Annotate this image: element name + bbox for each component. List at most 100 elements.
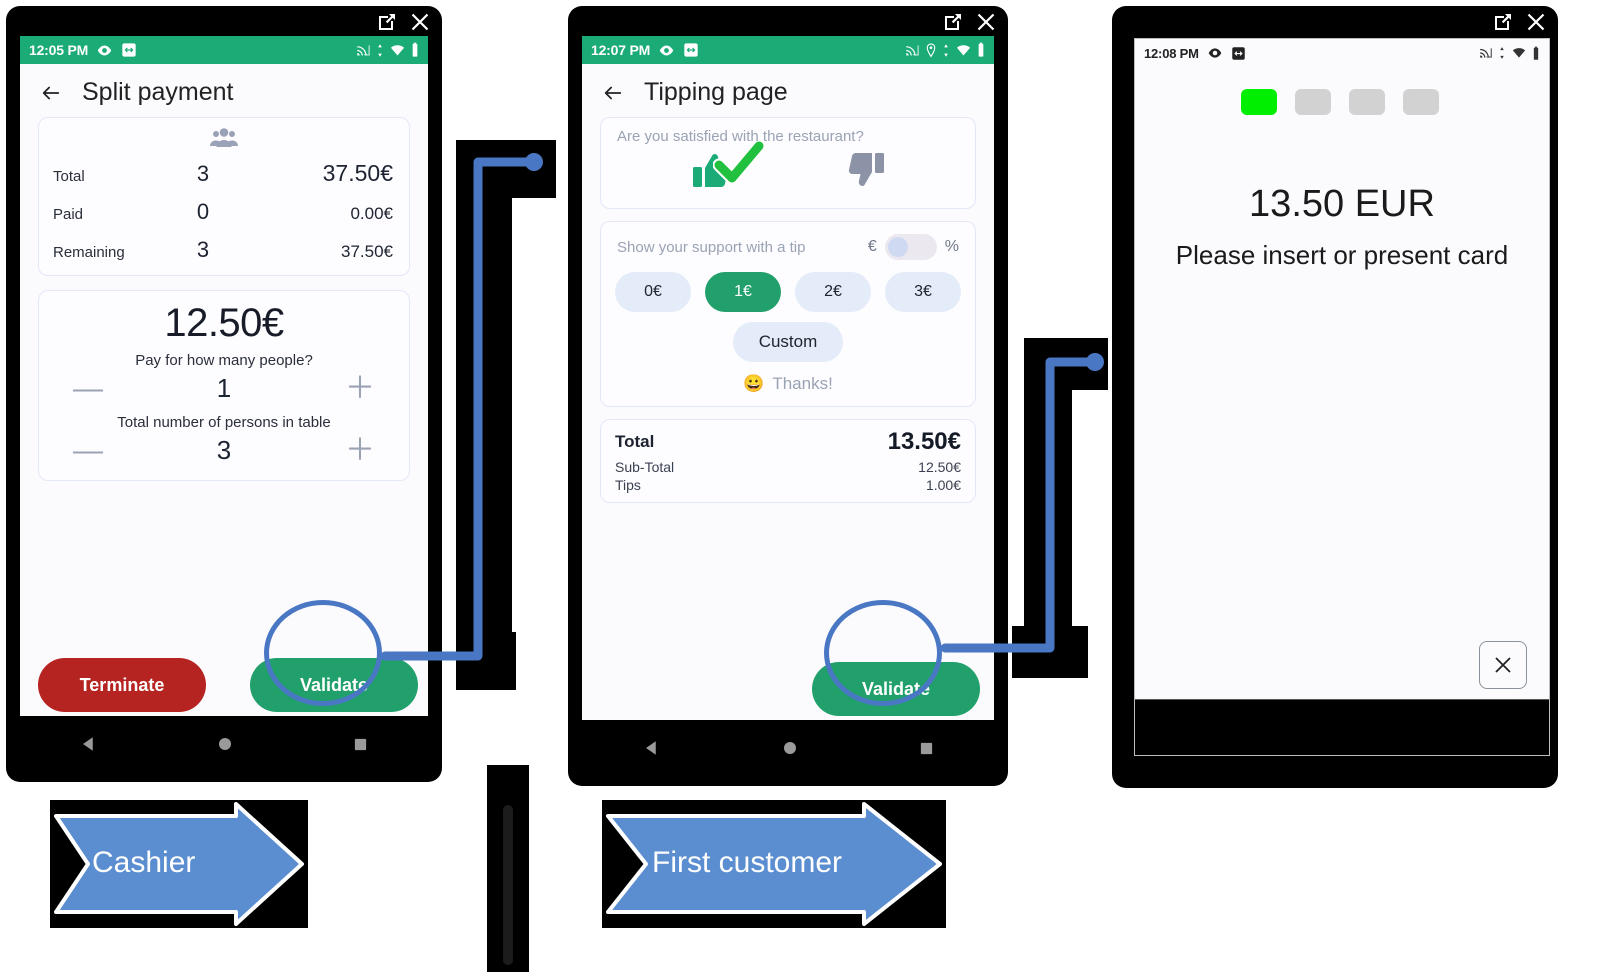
close-icon [1495, 657, 1511, 673]
tip-option-2[interactable]: 2€ [795, 272, 871, 312]
thumbs-down-icon[interactable] [838, 149, 886, 191]
eye-icon [97, 45, 112, 55]
connector-backdrop-1 [456, 140, 512, 690]
custom-tip-wrapper: Custom [601, 312, 975, 362]
sync-icon [378, 43, 382, 57]
cast-icon [906, 45, 919, 55]
thumbs-down-option[interactable] [838, 149, 886, 196]
terminal-amount: 13.50 EUR [1249, 183, 1435, 225]
cashier-status-bar: 12:05 PM [20, 36, 428, 64]
summary-row-paid: Paid 0 0.00€ [39, 193, 409, 231]
tip-mode-toggle[interactable] [884, 234, 937, 260]
resize-box-icon [122, 43, 136, 57]
table-decrement-button[interactable]: — [73, 435, 103, 466]
satisfaction-question: Are you satisfied with the restaurant? [617, 128, 864, 145]
home-circle-icon[interactable] [782, 740, 798, 756]
tips-value: 1.00€ [925, 477, 961, 493]
battery-icon [978, 42, 984, 57]
subtotal-label: Sub-Total [615, 459, 675, 475]
toggle-knob [887, 237, 908, 257]
people-stepper-label: Pay for how many people? [135, 352, 313, 369]
window-controls-customer [941, 10, 998, 34]
page-title: Tipping page [644, 78, 788, 106]
summary-count: 0 [196, 199, 210, 224]
tip-option-3[interactable]: 3€ [885, 272, 961, 312]
connector-backdrop-1b [456, 140, 556, 198]
tip-option-0[interactable]: 0€ [615, 272, 691, 312]
terminal-screen: 12:08 PM 13.50 EUR Please insert or pres… [1134, 38, 1550, 756]
close-icon[interactable] [1524, 10, 1548, 34]
totals-row-tips: Tips 1.00€ [601, 476, 975, 502]
progress-dot-4 [1403, 89, 1439, 115]
totals-card: Total 13.50€ Sub-Total 12.50€ Tips 1.00€ [600, 419, 976, 503]
tips-label: Tips [615, 477, 641, 493]
location-icon [926, 42, 936, 57]
close-icon[interactable] [408, 10, 432, 34]
close-icon[interactable] [974, 10, 998, 34]
customer-status-bar: 12:07 PM [582, 36, 994, 64]
status-time: 12:08 PM [1144, 45, 1199, 61]
summary-label: Remaining [53, 244, 125, 261]
summary-row-total: Total 3 37.50€ [39, 154, 409, 193]
recents-square-icon[interactable] [919, 741, 934, 756]
back-triangle-icon[interactable] [643, 739, 661, 757]
first-customer-arrow-banner: First customer [602, 800, 946, 928]
table-stepper-value: 3 [216, 435, 232, 465]
total-value: 13.50€ [887, 428, 961, 455]
totals-main-row: Total 13.50€ [601, 420, 975, 458]
pay-amount-value: 12.50€ [164, 301, 284, 345]
people-increment-button[interactable]: ＋ [345, 373, 375, 404]
cast-icon [1480, 48, 1492, 58]
custom-tip-button[interactable]: Custom [733, 322, 843, 362]
table-stepper: — 3 ＋ [39, 433, 409, 480]
people-icon-wrapper [39, 118, 409, 154]
resize-box-icon [1232, 46, 1245, 60]
people-decrement-button[interactable]: — [73, 373, 103, 404]
table-increment-button[interactable]: ＋ [345, 435, 375, 466]
terminate-button[interactable]: Terminate [38, 658, 206, 712]
cashier-arrow-banner: Cashier [50, 800, 308, 928]
thanks-message: 😀 Thanks! [601, 362, 975, 406]
summary-count: 3 [196, 237, 210, 262]
people-group-icon [210, 128, 238, 147]
resize-box-icon [684, 43, 698, 57]
customer-nav-bar [582, 720, 994, 776]
cashier-arrow-label: Cashier [92, 846, 196, 879]
battery-icon [412, 42, 418, 57]
connector-backdrop-2b [1024, 338, 1108, 390]
pay-amount-card: 12.50€ Pay for how many people? — 1 ＋ To… [38, 290, 410, 481]
sync-icon [1500, 47, 1504, 59]
wifi-icon [390, 44, 405, 55]
eye-icon [659, 45, 674, 55]
split-summary-card: Total 3 37.50€ Paid 0 0.00€ Remaining 3 … [38, 117, 410, 276]
back-triangle-icon[interactable] [80, 735, 98, 753]
open-in-new-icon[interactable] [941, 10, 965, 34]
connector-backdrop-1c [456, 632, 516, 690]
home-circle-icon[interactable] [217, 736, 233, 752]
recents-square-icon[interactable] [353, 737, 368, 752]
status-time: 12:07 PM [591, 42, 651, 58]
terminal-message: Please insert or present card [1175, 240, 1509, 270]
eye-icon [1208, 48, 1222, 58]
connector-backdrop-2c [1012, 626, 1088, 678]
battery-icon [1533, 46, 1539, 60]
validate-button[interactable]: Validate [812, 662, 980, 716]
validate-button[interactable]: Validate [250, 658, 418, 712]
terminal-cancel-button[interactable] [1479, 641, 1527, 689]
back-arrow-icon[interactable] [38, 82, 64, 104]
first-customer-arrow-label: First customer [652, 846, 843, 879]
back-arrow-icon[interactable] [600, 82, 626, 104]
selected-check-icon [712, 141, 765, 185]
subtotal-value: 12.50€ [918, 459, 961, 475]
open-in-new-icon[interactable] [1491, 10, 1515, 34]
tip-option-1[interactable]: 1€ [705, 272, 781, 312]
satisfaction-options [601, 141, 975, 208]
summary-count: 3 [196, 161, 210, 186]
tip-amount-options: 0€ 1€ 2€ 3€ [601, 264, 975, 312]
thanks-text: Thanks! [772, 374, 833, 393]
cashier-nav-bar [20, 716, 428, 772]
open-in-new-icon[interactable] [375, 10, 399, 34]
satisfaction-card: Are you satisfied with the restaurant? [600, 117, 976, 209]
tip-prompt-row: Show your support with a tip € % [601, 222, 975, 264]
thumbs-up-option[interactable] [691, 141, 765, 196]
